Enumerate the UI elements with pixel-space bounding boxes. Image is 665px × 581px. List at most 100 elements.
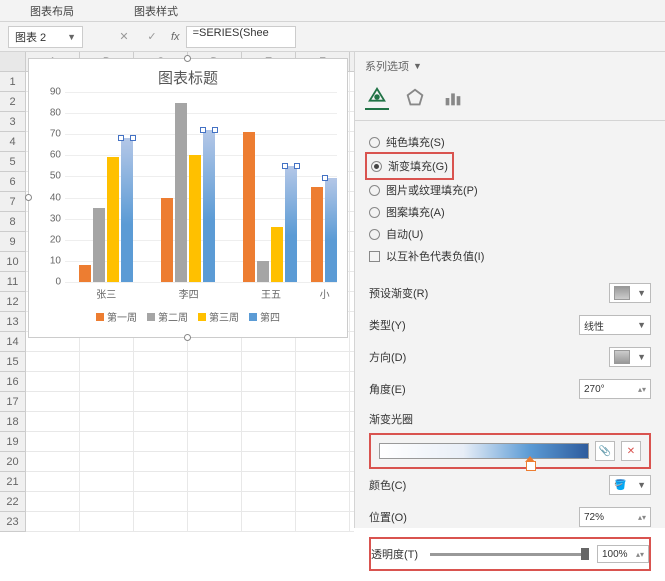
bar-第四周[interactable] xyxy=(121,138,133,282)
bar-第三周[interactable] xyxy=(271,227,283,282)
x-axis-labels: 张三李四王五小 xyxy=(65,286,337,301)
tab-chart-style[interactable]: 图表样式 xyxy=(104,0,208,21)
legend-item[interactable]: 第一周 xyxy=(96,309,137,324)
color-combo[interactable]: 🪣▼ xyxy=(609,475,651,495)
row-header[interactable]: 18 xyxy=(0,412,25,432)
row-header[interactable]: 17 xyxy=(0,392,25,412)
row-header[interactable]: 4 xyxy=(0,132,25,152)
combo-value: 线性 xyxy=(584,318,604,333)
row-header[interactable]: 10 xyxy=(0,252,25,272)
type-combo[interactable]: 线性▼ xyxy=(579,315,651,335)
bar-第四周[interactable] xyxy=(285,166,297,282)
legend-item[interactable]: 第二周 xyxy=(147,309,188,324)
row-header[interactable]: 1 xyxy=(0,72,25,92)
color-label: 颜色(C) xyxy=(369,477,406,493)
row-header[interactable]: 21 xyxy=(0,472,25,492)
radio-solid-fill[interactable]: 纯色填充(S) xyxy=(369,131,651,153)
row-header[interactable]: 8 xyxy=(0,212,25,232)
row-header[interactable]: 5 xyxy=(0,152,25,172)
slider-thumb[interactable] xyxy=(581,548,589,560)
effects-icon[interactable] xyxy=(403,86,427,110)
radio-icon xyxy=(371,161,382,172)
radio-picture-fill[interactable]: 图片或纹理填充(P) xyxy=(369,179,651,201)
dropdown-icon[interactable]: ▼ xyxy=(413,61,422,71)
check-invert-negative[interactable]: 以互补色代表负值(I) xyxy=(369,245,651,267)
row-header[interactable]: 9 xyxy=(0,232,25,252)
bar-第二周[interactable] xyxy=(175,103,187,282)
row-header[interactable]: 14 xyxy=(0,332,25,352)
row-header[interactable]: 13 xyxy=(0,312,25,332)
cancel-icon[interactable]: ✕ xyxy=(115,28,133,46)
chart-title[interactable]: 图表标题 xyxy=(29,59,347,92)
radio-auto-fill[interactable]: 自动(U) xyxy=(369,223,651,245)
gradient-preset-icon xyxy=(614,286,630,300)
angle-value: 270° xyxy=(584,384,605,395)
chart-legend[interactable]: 第一周第二周第三周第四 xyxy=(29,309,347,324)
format-panel: 系列选项 ▼ 纯色填充(S) 渐变填充(G) xyxy=(354,52,665,528)
formula-input[interactable]: =SERIES(Shee xyxy=(186,26,296,48)
direction-combo[interactable]: ▼ xyxy=(609,347,651,367)
row-header[interactable]: 20 xyxy=(0,452,25,472)
bar-第三周[interactable] xyxy=(189,155,201,282)
panel-header[interactable]: 系列选项 ▼ xyxy=(355,52,665,80)
dropdown-icon[interactable]: ▼ xyxy=(67,32,76,42)
row-header[interactable]: 2 xyxy=(0,92,25,112)
gradient-stop-handle[interactable] xyxy=(525,456,535,470)
bar-第一周[interactable] xyxy=(243,132,255,282)
row-header[interactable]: 15 xyxy=(0,352,25,372)
fx-label[interactable]: fx xyxy=(171,31,180,43)
radio-label: 图片或纹理填充(P) xyxy=(386,182,478,198)
resize-handle[interactable] xyxy=(184,55,191,62)
gradient-stops-editor[interactable]: 📎 ✕ xyxy=(371,435,649,467)
select-all-corner[interactable] xyxy=(0,52,26,71)
radio-icon xyxy=(369,185,380,196)
confirm-icon[interactable]: ✓ xyxy=(143,28,161,46)
radio-icon xyxy=(369,229,380,240)
row-header[interactable]: 19 xyxy=(0,432,25,452)
transparency-value: 100% xyxy=(602,549,628,560)
y-axis: 9080706050403020100 xyxy=(37,92,63,282)
legend-item[interactable]: 第四 xyxy=(249,309,280,324)
gradient-bar[interactable] xyxy=(379,443,589,459)
bar-第二周[interactable] xyxy=(257,261,269,282)
stops-label: 渐变光圈 xyxy=(369,411,413,427)
name-box[interactable]: 图表 2 ▼ xyxy=(8,26,83,48)
position-input[interactable]: 72%▴▾ xyxy=(579,507,651,527)
bars[interactable] xyxy=(65,92,337,282)
bar-第一周[interactable] xyxy=(161,198,173,282)
row-header[interactable]: 22 xyxy=(0,492,25,512)
spreadsheet: A B C D E F 1234567891011121314151617181… xyxy=(0,52,354,528)
tab-chart-layout[interactable]: 图表布局 xyxy=(0,0,104,21)
preset-combo[interactable]: ▼ xyxy=(609,283,651,303)
preset-label: 预设渐变(R) xyxy=(369,285,428,301)
add-stop-button[interactable]: 📎 xyxy=(595,441,615,461)
row-header[interactable]: 16 xyxy=(0,372,25,392)
bar-第二周[interactable] xyxy=(93,208,105,282)
resize-handle[interactable] xyxy=(184,334,191,341)
transparency-label: 透明度(T) xyxy=(371,546,418,562)
direction-icon xyxy=(614,350,630,364)
bar-第四周[interactable] xyxy=(203,130,215,282)
transparency-slider[interactable] xyxy=(430,553,585,556)
resize-handle[interactable] xyxy=(25,194,32,201)
remove-stop-button[interactable]: ✕ xyxy=(621,441,641,461)
row-header[interactable]: 23 xyxy=(0,512,25,532)
chart-object[interactable]: 图表标题 9080706050403020100 张三李四王五小 第一周第二周第… xyxy=(28,58,348,338)
radio-pattern-fill[interactable]: 图案填充(A) xyxy=(369,201,651,223)
row-header[interactable]: 11 xyxy=(0,272,25,292)
paint-bucket-icon: 🪣 xyxy=(614,480,626,491)
fill-line-icon[interactable] xyxy=(365,86,389,110)
row-header[interactable]: 7 xyxy=(0,192,25,212)
chart-plot[interactable]: 9080706050403020100 xyxy=(65,92,337,282)
transparency-input[interactable]: 100%▴▾ xyxy=(597,545,649,563)
row-header[interactable]: 12 xyxy=(0,292,25,312)
angle-input[interactable]: 270°▴▾ xyxy=(579,379,651,399)
row-header[interactable]: 6 xyxy=(0,172,25,192)
row-header[interactable]: 3 xyxy=(0,112,25,132)
bar-第一周[interactable] xyxy=(79,265,91,282)
bar-第三周[interactable] xyxy=(107,157,119,282)
radio-gradient-fill[interactable]: 渐变填充(G) xyxy=(371,155,448,177)
series-options-icon[interactable] xyxy=(441,86,465,110)
radio-label: 图案填充(A) xyxy=(386,204,445,220)
legend-item[interactable]: 第三周 xyxy=(198,309,239,324)
